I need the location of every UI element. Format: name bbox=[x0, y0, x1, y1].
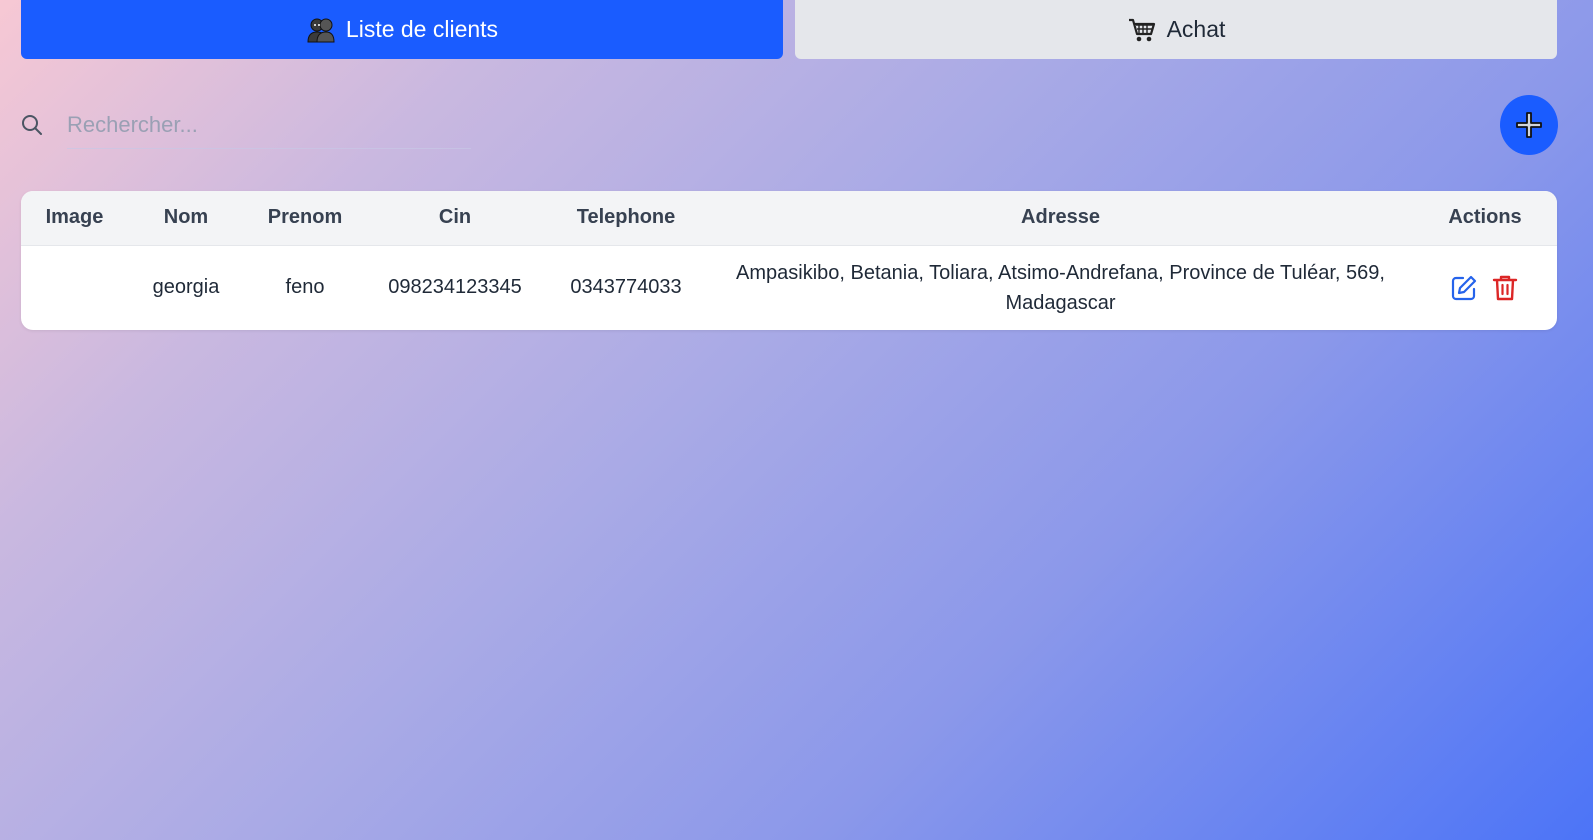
users-icon bbox=[306, 15, 336, 45]
add-client-button[interactable] bbox=[1500, 95, 1558, 155]
shopping-cart-icon bbox=[1127, 15, 1157, 45]
tab-client-list[interactable]: Liste de clients bbox=[21, 0, 783, 59]
cell-nom: georgia bbox=[152, 276, 220, 299]
header-nom: Nom bbox=[128, 191, 244, 246]
cell-adresse: Ampasikibo, Betania, Toliara, Atsimo-And… bbox=[736, 261, 1385, 314]
cell-actions bbox=[1413, 245, 1557, 330]
cell-cin: 098234123345 bbox=[388, 276, 522, 299]
tab-achat[interactable]: Achat bbox=[795, 0, 1557, 59]
table-header-row: Image Nom Prenom Cin Telephone Adresse A… bbox=[21, 191, 1557, 246]
trash-icon[interactable] bbox=[1492, 274, 1520, 302]
tab-achat-label: Achat bbox=[1166, 16, 1226, 42]
clients-table: Image Nom Prenom Cin Telephone Adresse A… bbox=[21, 191, 1557, 330]
header-adresse: Adresse bbox=[708, 191, 1413, 246]
cell-prenom: feno bbox=[285, 276, 325, 299]
cell-telephone: 0343774033 bbox=[570, 276, 682, 299]
edit-icon[interactable] bbox=[1450, 274, 1478, 302]
tab-bar: Liste de clients Achat bbox=[21, 0, 1557, 59]
search-icon bbox=[21, 114, 43, 136]
search-bar bbox=[21, 100, 471, 150]
header-actions: Actions bbox=[1413, 191, 1557, 246]
header-telephone: Telephone bbox=[544, 191, 708, 246]
header-cin: Cin bbox=[366, 191, 544, 246]
header-prenom: Prenom bbox=[244, 191, 366, 246]
cell-image bbox=[21, 245, 128, 330]
search-input[interactable] bbox=[67, 101, 471, 149]
plus-icon bbox=[1514, 110, 1544, 140]
table-row: georgia feno 098234123345 0343774033 Amp… bbox=[21, 245, 1557, 330]
tab-client-list-label: Liste de clients bbox=[345, 16, 499, 42]
header-image: Image bbox=[21, 191, 128, 246]
